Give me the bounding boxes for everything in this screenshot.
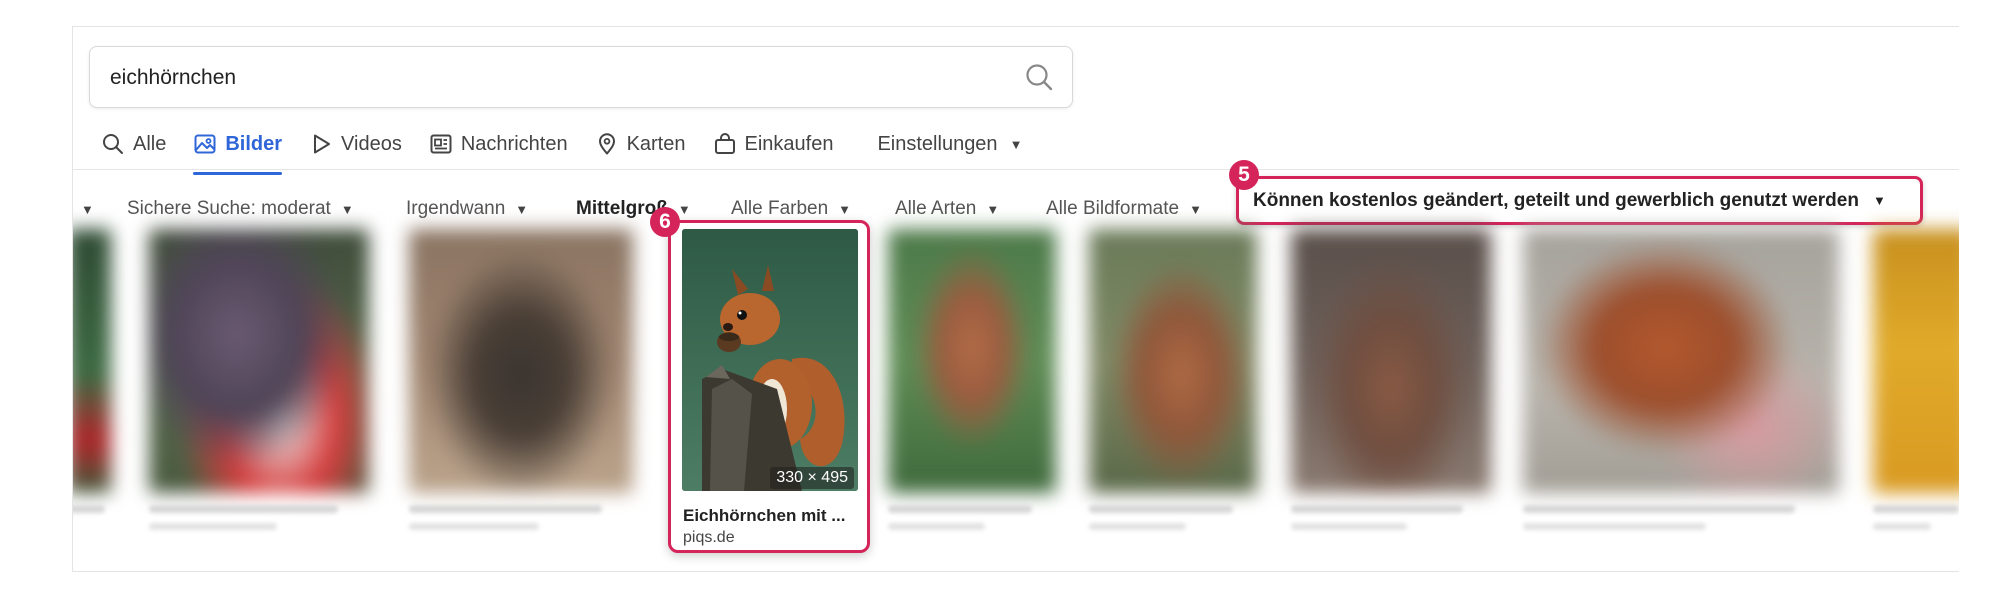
filter-label: Irgendwann <box>406 198 506 219</box>
chevron-down-icon: ▼ <box>81 201 94 217</box>
settings-label: Einstellungen <box>877 132 998 155</box>
image-thumbnail <box>1523 229 1839 493</box>
search-icon <box>103 134 123 154</box>
filter-label: Alle Arten <box>895 198 977 219</box>
caption-placeholder <box>1873 505 1959 513</box>
image-result[interactable] <box>1291 229 1491 530</box>
caption-placeholder <box>888 523 986 530</box>
tab-label: Nachrichten <box>460 132 568 155</box>
tab-label: Alle <box>133 132 167 155</box>
filter-label: Alle Bildformate <box>1046 198 1180 219</box>
caption-placeholder <box>1873 523 1931 530</box>
image-thumbnail <box>1291 229 1491 493</box>
chevron-down-icon: ▼ <box>986 201 1000 217</box>
image-source: piqs.de <box>683 529 735 546</box>
highlighted-image-result[interactable]: 330 × 495 Eichhörnchen mit ... piqs.de <box>668 220 870 553</box>
filter-label: Alle Farben <box>731 198 829 219</box>
tab-einkaufen[interactable]: Einkaufen <box>713 129 834 159</box>
squirrel-image <box>682 229 858 491</box>
annotation-badge: 5 <box>1229 160 1259 190</box>
caption-placeholder <box>1523 523 1707 530</box>
image-thumbnail <box>1873 229 1959 493</box>
annotation-badge: 6 <box>650 207 680 237</box>
caption-placeholder <box>1291 505 1463 513</box>
image-result[interactable] <box>1523 229 1839 530</box>
chevron-down-icon: ▼ <box>1189 201 1202 217</box>
image-results <box>73 229 1959 571</box>
caption-placeholder <box>1291 523 1407 530</box>
chevron-down-icon: ▼ <box>515 201 529 217</box>
image-result[interactable] <box>888 229 1056 530</box>
search-icon[interactable] <box>1024 62 1054 92</box>
filter-label: Können kostenlos geändert, geteilt und g… <box>1253 189 1859 211</box>
filter-region[interactable]: ▼ <box>81 189 94 229</box>
play-icon <box>314 134 331 154</box>
filter-label: Sichere Suche: moderat <box>127 198 331 219</box>
image-title: Eichhörnchen mit ... <box>683 506 846 525</box>
chevron-down-icon: ▼ <box>838 201 852 217</box>
image-result[interactable] <box>1089 229 1257 530</box>
image-thumbnail <box>73 229 111 493</box>
filter-layout[interactable]: Alle Bildformate ▼ <box>1046 189 1202 229</box>
tab-label: Videos <box>341 132 402 155</box>
filter-safe-search[interactable]: Sichere Suche: moderat ▼ <box>127 189 354 229</box>
image-search-panel: Alle Bilder Videos Nachrichten Karten Ei… <box>72 26 1959 572</box>
tab-label: Bilder <box>225 132 283 155</box>
image-result[interactable] <box>1873 229 1959 530</box>
image-thumbnail <box>888 229 1056 493</box>
tab-videos[interactable]: Videos <box>309 129 402 159</box>
caption-placeholder <box>1089 505 1234 513</box>
caption-placeholder <box>149 523 277 530</box>
image-thumbnail: 330 × 495 <box>682 229 858 491</box>
tab-label: Karten <box>626 132 686 155</box>
caption-placeholder <box>73 505 105 513</box>
chevron-down-icon: ▼ <box>1009 136 1023 152</box>
chevron-down-icon: ▼ <box>677 201 691 217</box>
search-box[interactable] <box>89 46 1073 109</box>
tab-alle[interactable]: Alle <box>101 129 166 159</box>
search-input[interactable] <box>108 47 992 109</box>
chevron-down-icon: ▼ <box>340 201 354 217</box>
tab-karten[interactable]: Karten <box>595 129 686 159</box>
tab-nachrichten[interactable]: Nachrichten <box>429 129 568 159</box>
newspaper-icon <box>430 134 452 154</box>
caption-placeholder <box>409 523 539 530</box>
map-pin-icon <box>598 133 615 155</box>
settings-dropdown[interactable]: Einstellungen ▼ <box>877 129 1022 159</box>
image-dimensions: 330 × 495 <box>770 467 854 489</box>
shopping-bag-icon <box>714 133 735 154</box>
image-result[interactable] <box>409 229 633 530</box>
image-thumbnail <box>149 229 369 493</box>
caption-placeholder <box>1523 505 1795 513</box>
caption-placeholder <box>1089 523 1187 530</box>
caption-placeholder <box>409 505 602 513</box>
caption-placeholder <box>888 505 1033 513</box>
filter-license[interactable]: Können kostenlos geändert, geteilt und g… <box>1236 176 1923 225</box>
tab-label: Einkaufen <box>744 132 834 155</box>
filter-type[interactable]: Alle Arten ▼ <box>895 189 999 229</box>
image-result[interactable] <box>73 229 111 513</box>
tab-bilder[interactable]: Bilder <box>193 129 283 175</box>
image-icon <box>194 134 216 154</box>
divider <box>73 169 1959 170</box>
image-result[interactable] <box>149 229 369 530</box>
chevron-down-icon: ▼ <box>1872 193 1886 208</box>
image-thumbnail <box>409 229 633 493</box>
image-thumbnail <box>1089 229 1257 493</box>
filter-time[interactable]: Irgendwann ▼ <box>406 189 528 229</box>
caption-placeholder <box>149 505 339 513</box>
